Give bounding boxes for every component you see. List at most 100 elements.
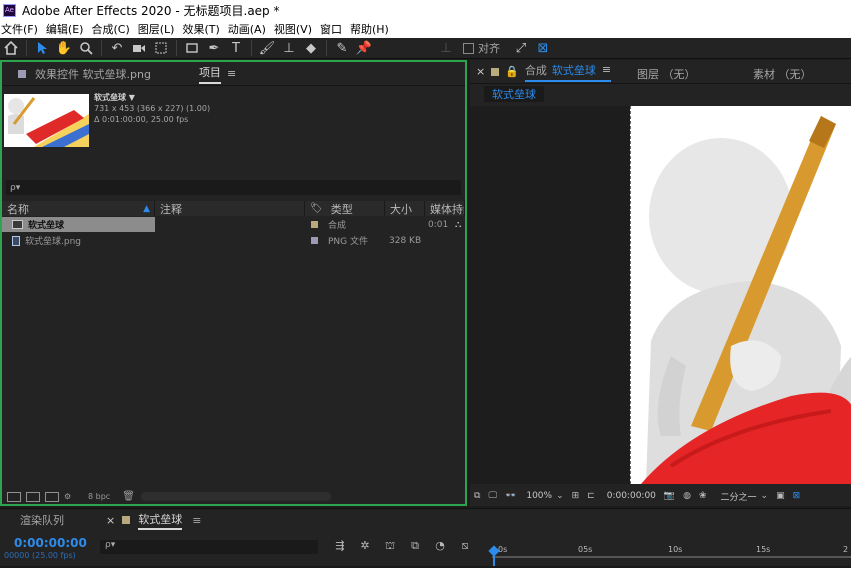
snapshot-camera-icon[interactable]: 📷: [664, 491, 675, 501]
menu-composition[interactable]: 合成(C): [91, 21, 134, 37]
rectangle-tool-icon[interactable]: [183, 39, 201, 57]
project-item-png[interactable]: 软式垒球.png PNG 文件 328 KB: [2, 233, 465, 248]
rotation-tool-icon[interactable]: ↶: [108, 39, 126, 57]
resolution-select[interactable]: 二分之一: [721, 490, 757, 503]
region-of-interest-icon[interactable]: ▣: [776, 491, 785, 501]
menu-animation[interactable]: 动画(A): [228, 21, 271, 37]
close-tab-icon[interactable]: ×: [106, 514, 115, 527]
menu-help[interactable]: 帮助(H): [350, 21, 394, 37]
hand-tool-icon[interactable]: ✋: [55, 39, 73, 57]
composition-viewer[interactable]: [470, 106, 851, 484]
column-comment-label: 注释: [160, 202, 182, 216]
timeline-current-time[interactable]: 0:00:00:00: [14, 536, 87, 550]
close-tab-icon[interactable]: ×: [476, 65, 485, 78]
tab-composition[interactable]: 合成 软式垒球 ≡: [524, 62, 612, 82]
vr-goggles-icon[interactable]: 👓: [505, 491, 516, 501]
tab-layer[interactable]: 图层 （无）: [637, 66, 696, 82]
tab-effect-controls[interactable]: 效果控件 软式垒球.png: [8, 62, 161, 86]
frame-blending-icon[interactable]: ⧉: [407, 539, 423, 553]
after-effects-logo-icon: Ae: [3, 3, 16, 17]
snap-options-icon[interactable]: ⤢: [512, 39, 530, 57]
bit-depth-label[interactable]: 8 bpc: [88, 492, 110, 501]
eraser-tool-icon[interactable]: ◆: [302, 39, 320, 57]
roto-brush-tool-icon[interactable]: ✎: [333, 39, 351, 57]
new-folder-icon[interactable]: [26, 491, 40, 502]
composition-panel-tabs: × 🔒 合成 软式垒球 ≡ 图层 （无） 素材 （无）: [470, 60, 851, 84]
camera-tool-icon[interactable]: [130, 39, 148, 57]
project-item-composition[interactable]: 软式垒球 合成 0:01 ⛬: [2, 217, 465, 232]
interpret-footage-icon[interactable]: [7, 491, 21, 502]
monitor-icon[interactable]: 🖵: [488, 491, 497, 501]
tab-project[interactable]: 项目 ≡: [189, 62, 246, 86]
current-time-display[interactable]: 0:00:00:00: [607, 491, 656, 501]
selection-tool-icon[interactable]: [33, 39, 51, 57]
work-area-bar[interactable]: [492, 556, 851, 558]
grid-overlay-icon[interactable]: ⊞: [572, 491, 580, 501]
toolbar-divider: [251, 40, 252, 56]
menu-file[interactable]: 文件(F): [1, 21, 43, 37]
column-name[interactable]: 名称 ▲: [2, 201, 155, 216]
graph-editor-icon[interactable]: ⧅: [457, 539, 473, 553]
label-color-swatch[interactable]: [311, 221, 318, 228]
project-settings-icon[interactable]: ⚙: [64, 492, 78, 502]
puppet-pin-tool-icon[interactable]: 📌: [355, 39, 373, 57]
motion-blur-icon[interactable]: ◔: [432, 539, 448, 553]
brush-tool-icon[interactable]: 🖌: [258, 39, 276, 57]
column-media-duration[interactable]: 媒体持续: [425, 201, 465, 216]
clone-stamp-tool-icon[interactable]: ⊥: [280, 39, 298, 57]
show-snapshot-icon[interactable]: ◍: [683, 491, 691, 501]
pan-behind-tool-icon[interactable]: [152, 39, 170, 57]
composition-breadcrumb[interactable]: 软式垒球: [484, 86, 544, 102]
tab-composition-prefix: 合成: [524, 63, 547, 77]
project-footer: ⚙ 8 bpc 🗑: [2, 489, 465, 504]
zoom-tool-icon[interactable]: [77, 39, 95, 57]
new-composition-icon[interactable]: [45, 491, 59, 502]
menu-effect[interactable]: 效果(T): [182, 21, 224, 37]
tab-project-label: 项目: [198, 64, 221, 84]
menu-window[interactable]: 窗口: [320, 21, 347, 37]
lock-icon[interactable]: 🔒: [505, 65, 519, 78]
panel-menu-icon[interactable]: ≡: [602, 63, 611, 76]
mask-visibility-icon[interactable]: ⊏: [587, 491, 595, 501]
toolbar-divider: [326, 40, 327, 56]
menu-edit[interactable]: 编辑(E): [46, 21, 89, 37]
search-icon: ρ▾: [105, 540, 116, 550]
tab-timeline-composition[interactable]: × 软式垒球 ≡: [106, 511, 201, 530]
transparency-grid-icon[interactable]: ⊠: [793, 491, 801, 501]
horizontal-scrollbar[interactable]: [140, 492, 331, 501]
local-axis-icon[interactable]: ⊥: [437, 39, 455, 57]
label-color-swatch[interactable]: [311, 237, 318, 244]
project-search-input[interactable]: ρ▾: [6, 180, 461, 195]
panel-menu-icon[interactable]: ≡: [192, 514, 201, 527]
timeline-frame-count: 00000 (25.00 fps): [4, 551, 76, 560]
snapping-toggle[interactable]: 对齐: [463, 40, 500, 56]
magnification-select[interactable]: 100%: [526, 491, 552, 501]
shy-layers-icon[interactable]: ⛫: [382, 539, 398, 553]
menu-layer[interactable]: 图层(L): [138, 21, 180, 37]
chevron-down-icon[interactable]: ⌄: [556, 491, 564, 501]
trash-icon[interactable]: 🗑: [122, 491, 135, 502]
text-tool-icon[interactable]: T: [227, 39, 245, 57]
snap-feature-icon[interactable]: ⊠: [534, 39, 552, 57]
column-type[interactable]: 🏷 类型: [305, 201, 385, 216]
ruler-tick: 10s: [668, 545, 683, 554]
composition-mini-flowchart-icon[interactable]: ⇶: [332, 539, 348, 553]
flowchart-icon[interactable]: ⛬: [455, 220, 461, 230]
menu-view[interactable]: 视图(V): [274, 21, 317, 37]
chevron-down-icon[interactable]: ⌄: [761, 491, 769, 501]
panel-menu-icon[interactable]: ≡: [227, 67, 236, 80]
label-tag-icon: 🏷: [310, 203, 323, 214]
color-channels-icon[interactable]: ❀: [699, 491, 707, 501]
draft-3d-icon[interactable]: ✲: [357, 539, 373, 553]
snapping-checkbox[interactable]: [463, 42, 474, 54]
tab-footage[interactable]: 素材 （无）: [753, 66, 812, 82]
time-ruler[interactable]: 0s 05s 10s 15s 2: [492, 543, 851, 563]
column-comment[interactable]: 注释: [155, 201, 305, 216]
home-icon[interactable]: [2, 39, 20, 57]
pen-tool-icon[interactable]: ✒: [205, 39, 223, 57]
always-preview-icon[interactable]: ⧉: [474, 491, 480, 501]
preview-comp-name[interactable]: 软式垒球 ▼: [94, 92, 210, 103]
column-size[interactable]: 大小: [385, 201, 425, 216]
timeline-search-input[interactable]: ρ▾: [100, 540, 318, 554]
tab-render-queue[interactable]: 渲染队列: [20, 512, 64, 528]
